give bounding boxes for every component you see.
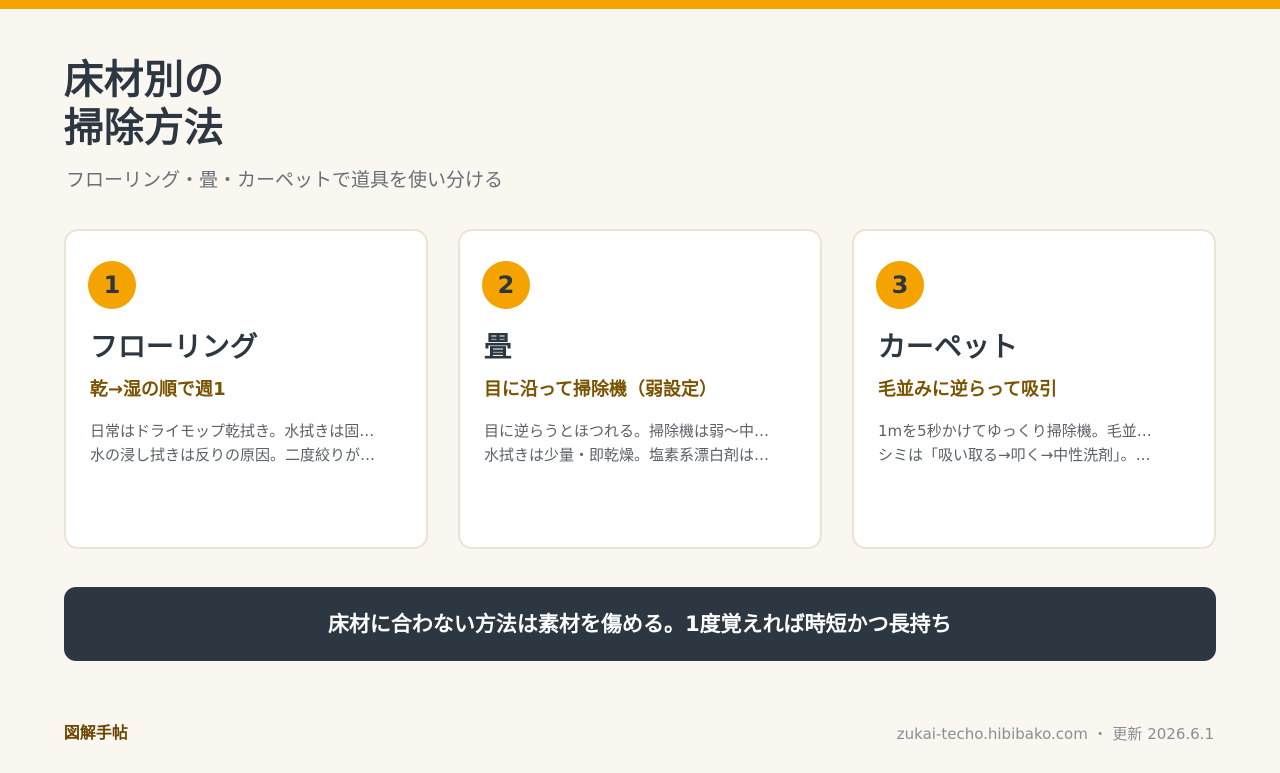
page-title-line-2: 掃除方法 bbox=[64, 105, 224, 151]
page-title-line-1: 床材別の bbox=[64, 57, 224, 103]
card-title: カーペット bbox=[878, 330, 1019, 363]
card-description: 日常はドライモップ乾拭き。水拭きは固… 水の浸し拭きは反りの原因。二度絞りが… bbox=[90, 419, 412, 467]
card-description-line: 日常はドライモップ乾拭き。水拭きは固… bbox=[90, 422, 375, 440]
card-tatami: 2 畳 目に沿って掃除機（弱設定） 目に逆らうとほつれる。掃除機は弱〜中… 水拭… bbox=[458, 229, 822, 549]
page-title: 床材別の 掃除方法 bbox=[64, 56, 224, 152]
card-subtitle: 目に沿って掃除機（弱設定） bbox=[484, 379, 718, 400]
site-url: zukai-techo.hibibako.com bbox=[896, 725, 1088, 743]
card-title: 畳 bbox=[484, 330, 513, 363]
card-flooring: 1 フローリング 乾→湿の順で週1 日常はドライモップ乾拭き。水拭きは固… 水の… bbox=[64, 229, 428, 549]
card-number-badge: 1 bbox=[88, 261, 136, 309]
brand-name: 図解手帖 bbox=[64, 723, 129, 742]
card-subtitle: 乾→湿の順で週1 bbox=[90, 379, 226, 400]
card-number-badge: 3 bbox=[876, 261, 924, 309]
card-title: フローリング bbox=[90, 330, 259, 363]
updated-date: 更新 2026.6.1 bbox=[1112, 725, 1214, 743]
card-description-line: 目に逆らうとほつれる。掃除機は弱〜中… bbox=[484, 422, 770, 440]
summary-banner: 床材に合わない方法は素材を傷める。1度覚えれば時短かつ長持ち bbox=[64, 587, 1216, 661]
card-description-line: 1mを5秒かけてゆっくり掃除機。毛並… bbox=[878, 422, 1152, 440]
card-description-line: 水の浸し拭きは反りの原因。二度絞りが… bbox=[90, 446, 376, 464]
footer-meta: zukai-techo.hibibako.com ・ 更新 2026.6.1 bbox=[897, 724, 1214, 744]
page-subtitle: フローリング・畳・カーペットで道具を使い分ける bbox=[66, 169, 504, 191]
top-accent-bar bbox=[0, 0, 1280, 9]
card-description: 目に逆らうとほつれる。掃除機は弱〜中… 水拭きは少量・即乾燥。塩素系漂白剤は… bbox=[484, 419, 806, 467]
card-number-badge: 2 bbox=[482, 261, 530, 309]
footer-separator: ・ bbox=[1092, 725, 1108, 743]
card-description-line: 水拭きは少量・即乾燥。塩素系漂白剤は… bbox=[484, 446, 770, 464]
card-description-line: シミは「吸い取る→叩く→中性洗剤」。… bbox=[878, 446, 1151, 464]
card-subtitle: 毛並みに逆らって吸引 bbox=[878, 379, 1058, 400]
card-description: 1mを5秒かけてゆっくり掃除機。毛並… シミは「吸い取る→叩く→中性洗剤」。… bbox=[878, 419, 1200, 467]
card-carpet: 3 カーペット 毛並みに逆らって吸引 1mを5秒かけてゆっくり掃除機。毛並… シ… bbox=[852, 229, 1216, 549]
